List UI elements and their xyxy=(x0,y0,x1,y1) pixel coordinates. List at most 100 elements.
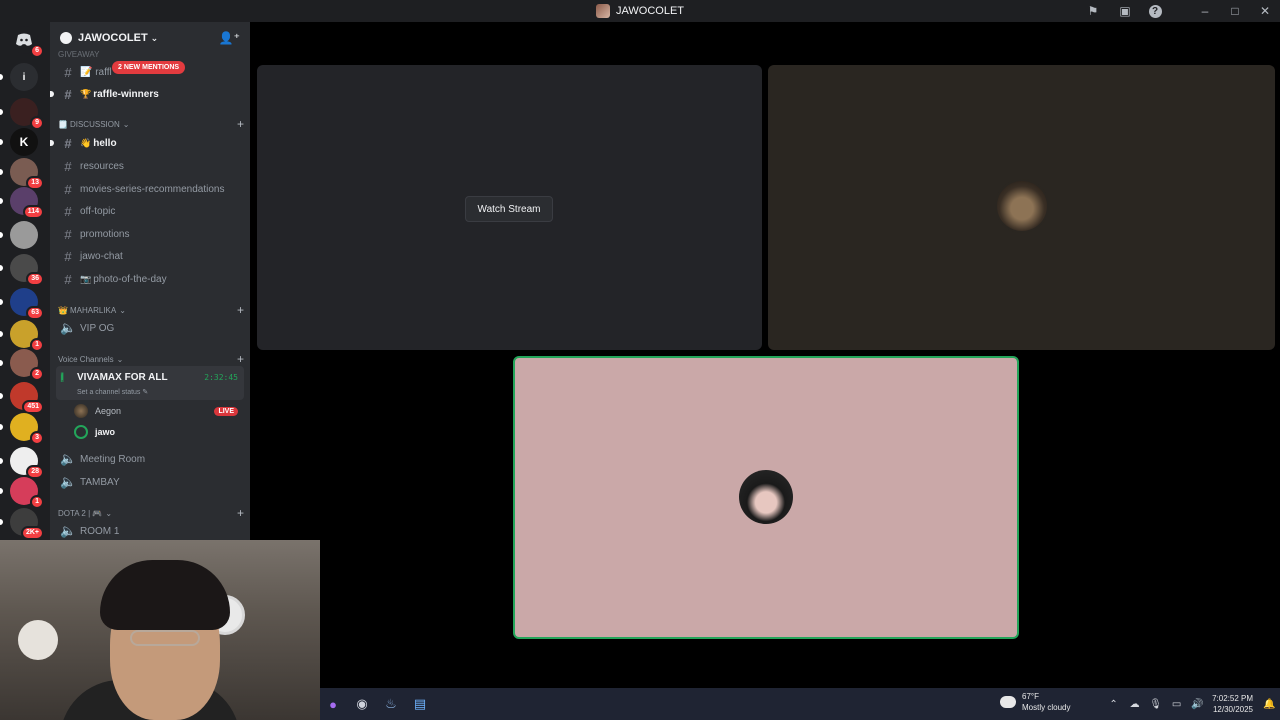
hash-icon: # xyxy=(64,203,72,219)
hash-icon: # xyxy=(64,64,72,80)
window-title: JAWOCOLET xyxy=(595,4,684,18)
server-icon xyxy=(595,4,610,18)
add-channel-icon[interactable]: + xyxy=(237,506,244,520)
chevron-up-icon[interactable]: ⌃ xyxy=(1103,699,1124,710)
discord-home-icon[interactable]: 6 xyxy=(10,26,44,58)
server-initial: i xyxy=(22,71,26,83)
category-voice-channels[interactable]: Voice Channels ⌄ + xyxy=(58,352,244,366)
add-channel-icon[interactable]: + xyxy=(237,117,244,131)
voice-channel-meeting-room[interactable]: 🔈 Meeting Room xyxy=(56,449,244,469)
server-icon[interactable] xyxy=(10,221,38,249)
mention-badge: 114 xyxy=(22,205,44,219)
invite-people-icon[interactable]: 👤⁺ xyxy=(219,31,240,45)
inbox-icon[interactable]: ▣ xyxy=(1110,0,1140,22)
add-channel-icon[interactable]: + xyxy=(237,303,244,317)
channel-photo-of-the-day[interactable]: # 📷 photo-of-the-day xyxy=(56,269,244,289)
chevron-down-icon: ⌄ xyxy=(119,305,126,315)
mention-badge: 1 xyxy=(30,338,44,352)
channel-off-topic[interactable]: # off-topic xyxy=(56,201,244,221)
stream-tile[interactable]: Watch Stream xyxy=(257,65,762,350)
volume-icon[interactable]: 🔊 xyxy=(1187,699,1208,710)
server-icon[interactable]: 1 xyxy=(10,477,44,509)
category-label: DISCUSSION xyxy=(69,119,120,129)
channel-sidebar: JAWOCOLET ⌄ 👤⁺ GIVEAWAY # 📝 raffl 2 NEW … xyxy=(50,22,250,540)
server-icon[interactable]: 2 xyxy=(10,349,44,381)
notification-icon[interactable]: 🔔 xyxy=(1259,699,1280,710)
category-giveaway[interactable]: GIVEAWAY xyxy=(58,47,244,61)
channel-promotions[interactable]: # promotions xyxy=(56,224,244,244)
obs-app-icon[interactable]: ◉ xyxy=(349,691,375,717)
minimize-icon[interactable]: – xyxy=(1190,0,1220,22)
help-icon[interactable]: ? xyxy=(1140,0,1170,22)
server-gear-icon xyxy=(60,32,72,44)
participant-tile-aegon[interactable] xyxy=(768,65,1275,350)
active-voice-channel[interactable]: |ıl| VIVAMAX FOR ALL 2:32:45 Set a chann… xyxy=(56,366,244,400)
category-dota[interactable]: DOTA 2 | 🎮 ⌄ + xyxy=(58,506,244,520)
mention-badge: 2K+ xyxy=(20,526,44,540)
flag-icon[interactable]: ⚑ xyxy=(1078,0,1108,22)
voice-user-aegon[interactable]: Aegon LIVE xyxy=(74,401,244,421)
server-icon[interactable]: 36 xyxy=(10,254,44,286)
channel-movies-series-recommendations[interactable]: # movies-series-recommendations xyxy=(56,179,244,199)
speaker-icon: 🔈 xyxy=(60,523,77,538)
new-mentions-pill[interactable]: 2 NEW MENTIONS xyxy=(112,61,186,74)
avatar xyxy=(74,404,88,418)
server-icon[interactable]: 63 xyxy=(10,288,44,320)
server-icon[interactable]: i xyxy=(10,63,38,91)
category-label: MAHARLIKA xyxy=(69,305,117,315)
category-discussion[interactable]: 🗒️ DISCUSSION ⌄ + xyxy=(58,117,244,131)
voice-channel-room-1[interactable]: 🔈 ROOM 1 xyxy=(56,521,244,540)
server-icon[interactable]: 28 xyxy=(10,447,44,479)
onedrive-icon[interactable]: ☁ xyxy=(1124,699,1145,710)
steam-app-icon[interactable]: ♨ xyxy=(378,691,404,717)
weather-widget[interactable]: 67°F Mostly cloudy xyxy=(1000,691,1070,713)
hash-icon: # xyxy=(64,135,72,151)
category-label: Voice Channels xyxy=(58,354,114,364)
mention-badge: 451 xyxy=(22,400,44,414)
server-icon[interactable]: 2K+ xyxy=(10,508,44,540)
hash-icon: # xyxy=(64,248,72,264)
close-icon[interactable]: ✕ xyxy=(1250,0,1280,22)
notepad-icon: 🗒️ xyxy=(58,119,68,129)
server-icon[interactable]: 3 xyxy=(10,413,44,445)
speaker-icon: 🔈 xyxy=(60,474,77,489)
unread-indicator xyxy=(0,232,3,238)
participant-tile-jawo[interactable] xyxy=(513,356,1019,639)
server-icon[interactable]: 114 xyxy=(10,187,44,219)
clock[interactable]: 7:02:52 PM 12/30/2025 xyxy=(1212,693,1253,715)
mention-badge: 3 xyxy=(30,431,44,445)
avatar xyxy=(739,470,793,524)
server-icon[interactable]: K xyxy=(10,128,38,156)
watch-stream-button[interactable]: Watch Stream xyxy=(465,196,553,222)
server-icon[interactable]: 9 xyxy=(10,98,44,130)
channel-jawo-chat[interactable]: # jawo-chat xyxy=(56,246,244,266)
unread-indicator xyxy=(0,109,3,115)
voice-stage: Watch Stream xyxy=(250,22,1280,688)
voice-channel-tambay[interactable]: 🔈 TAMBAY xyxy=(56,472,244,492)
mention-badge: 36 xyxy=(26,272,44,286)
voice-channel-vip-og[interactable]: 🔈 VIP OG xyxy=(56,318,244,338)
set-channel-status[interactable]: Set a channel status ✎ xyxy=(77,388,148,396)
discord-logo-icon xyxy=(16,33,32,46)
voice-user-jawo[interactable]: jawo xyxy=(74,422,244,442)
network-icon[interactable]: ▭ xyxy=(1166,699,1187,710)
chevron-down-icon: ⌄ xyxy=(116,354,124,364)
avatar xyxy=(995,179,1049,233)
microphone-icon[interactable]: 🎙 xyxy=(1145,699,1166,710)
channel-resources[interactable]: # resources xyxy=(56,156,244,176)
server-icon[interactable]: 13 xyxy=(10,158,44,190)
browser-app-icon[interactable]: ● xyxy=(320,691,346,717)
notepad-app-icon[interactable]: ▤ xyxy=(407,691,433,717)
channel-raffle-winners[interactable]: # 🏆 raffle-winners xyxy=(50,84,244,104)
person-glasses xyxy=(130,630,200,646)
channel-hello[interactable]: # 👋 hello xyxy=(50,133,244,153)
mention-badge: 9 xyxy=(30,116,44,130)
maximize-icon[interactable]: □ xyxy=(1220,0,1250,22)
server-icon[interactable]: 451 xyxy=(10,382,44,414)
unread-indicator xyxy=(0,488,3,494)
add-channel-icon[interactable]: + xyxy=(237,352,244,366)
channel-label: photo-of-the-day xyxy=(93,273,167,285)
category-maharlika[interactable]: 👑 MAHARLIKA ⌄ + xyxy=(58,303,244,317)
server-initial: K xyxy=(19,135,29,149)
server-icon[interactable]: 1 xyxy=(10,320,44,352)
